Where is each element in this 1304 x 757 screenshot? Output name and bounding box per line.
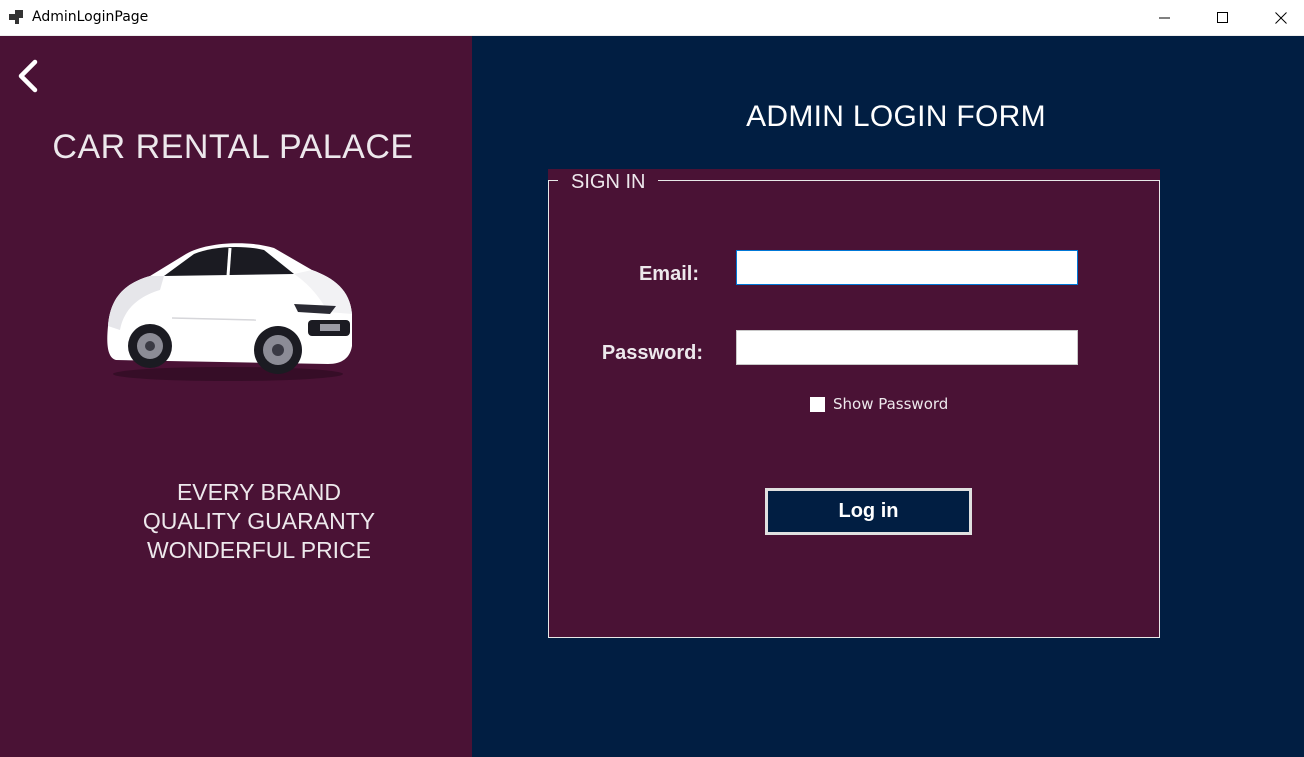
title-bar: AdminLoginPage (0, 0, 1304, 36)
login-button[interactable]: Log in (765, 488, 972, 535)
close-button[interactable] (1252, 0, 1304, 36)
tagline-wonderful-price: WONDERFUL PRICE (146, 537, 372, 563)
maximize-button[interactable] (1194, 0, 1252, 36)
maximize-icon (1217, 12, 1228, 23)
show-password-checkbox[interactable] (810, 396, 825, 412)
close-icon (1275, 12, 1287, 24)
show-password-toggle[interactable]: Show Password (810, 395, 948, 413)
sign-in-group-title: SIGN IN (558, 170, 659, 194)
form-title: ADMIN LOGIN FORM (746, 100, 1046, 133)
email-field[interactable] (736, 250, 1078, 285)
tagline-every-brand: EVERY BRAND (176, 479, 342, 505)
minimize-button[interactable] (1136, 0, 1194, 36)
minimize-icon (1159, 17, 1170, 19)
tagline-quality-guaranty: QUALITY GUARANTY (142, 508, 376, 534)
window-title: AdminLoginPage (32, 9, 149, 25)
password-label: Password: (601, 342, 703, 364)
brand-title: CAR RENTAL PALACE (52, 128, 414, 166)
app-icon (9, 10, 23, 24)
login-panel: ADMIN LOGIN FORM SIGN IN Email: Password… (472, 36, 1304, 757)
show-password-label: Show Password (833, 395, 949, 413)
password-field[interactable] (736, 330, 1078, 365)
email-label: Email: (638, 263, 699, 285)
brand-panel: CAR RENTAL PALACE EVERY BRAND QUALITY GU… (0, 36, 472, 757)
chevron-left-icon (18, 59, 38, 93)
car-image (107, 243, 352, 381)
back-button[interactable] (14, 58, 42, 94)
